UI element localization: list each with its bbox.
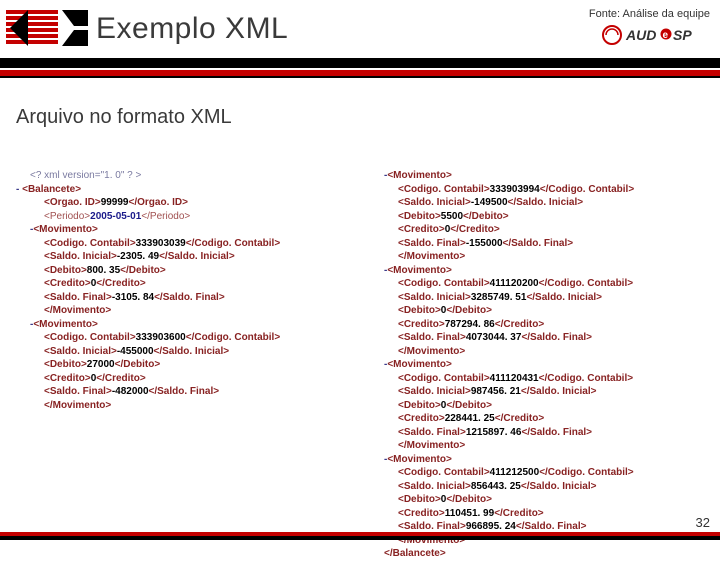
svg-text:e: e <box>663 30 669 41</box>
audesp-logo-icon: AUD e SP <box>589 22 710 48</box>
divider-stripe <box>0 58 720 78</box>
slide-header: Exemplo XML Fonte: Análise da equipe AUD… <box>0 0 720 58</box>
slide-title: Exemplo XML <box>96 6 288 46</box>
logo-icon <box>6 6 88 52</box>
source-label: Fonte: Análise da equipe <box>589 8 710 20</box>
xml-content: <? xml version="1. 0" ? >- <Balancete><O… <box>0 169 720 561</box>
xml-column-right: -<Movimento><Codigo. Contabil>333903994<… <box>366 169 712 561</box>
source-area: Fonte: Análise da equipe AUD e SP <box>589 6 710 48</box>
svg-text:SP: SP <box>673 27 692 43</box>
svg-text:AUD: AUD <box>625 27 656 43</box>
footer-stripe <box>0 532 720 540</box>
slide-subtitle: Arquivo no formato XML <box>0 78 720 129</box>
page-number: 32 <box>696 515 710 530</box>
xml-column-left: <? xml version="1. 0" ? >- <Balancete><O… <box>16 169 366 561</box>
